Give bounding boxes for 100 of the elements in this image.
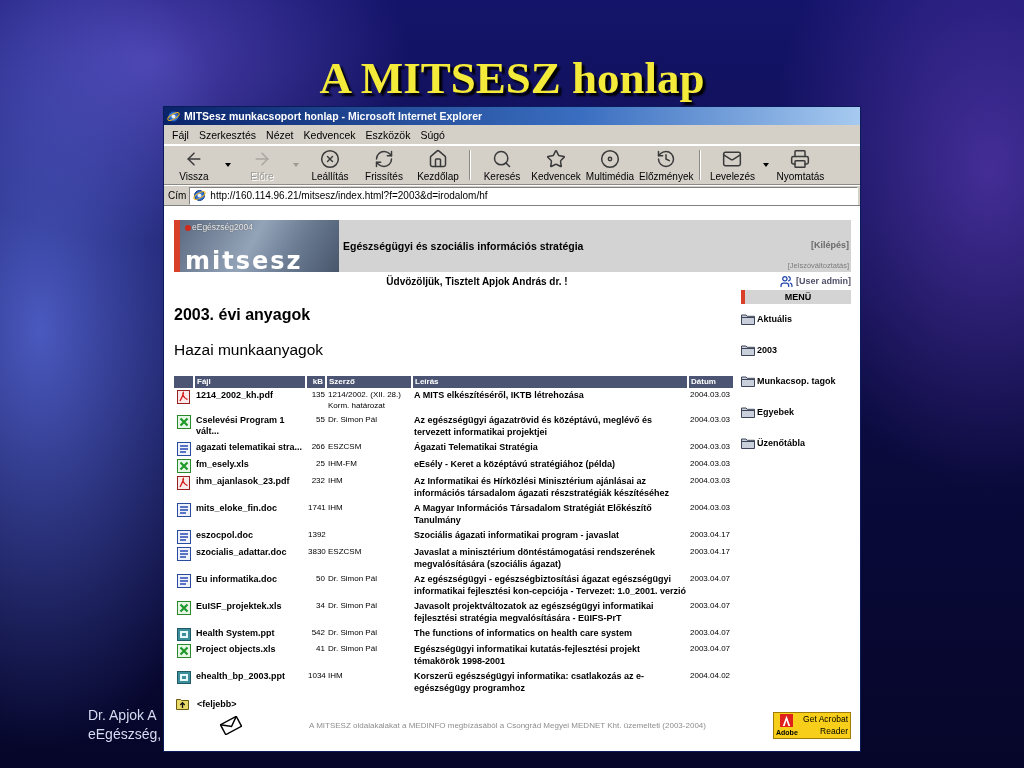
menu-item[interactable]: Szerkesztés <box>193 127 262 142</box>
file-link[interactable]: EuISF_projektek.xls <box>196 601 282 612</box>
logo-icon <box>780 713 794 727</box>
menu-item[interactable]: Fájl <box>167 127 194 142</box>
file-description: Az Informatikai és Hírközlési Minisztérium ajánlásai az információs társadalom ágazati részstratégiák készítéséhez <box>414 476 670 498</box>
column-header: Dátum <box>689 376 733 388</box>
folder-icon <box>741 375 755 387</box>
menu-header: MENÜ <box>741 290 851 304</box>
file-link[interactable]: Project objects.xls <box>196 644 276 655</box>
file-link[interactable]: Health System.ppt <box>196 628 275 639</box>
address-label: Cím <box>168 190 187 201</box>
file-date: 2004.03.03 <box>690 503 731 512</box>
section-heading: 2003. évi anyagok <box>174 306 311 324</box>
toolbar-button[interactable]: Előzmények <box>637 147 696 183</box>
menu-item[interactable]: Eszközök <box>360 127 416 142</box>
file-description: Javasolt projektváltozatok az egészségügyi informatikai fejlesztési stratégia megvalósítására - EüIFS-PrT <box>414 601 654 623</box>
file-link[interactable]: 1214_2002_kh.pdf <box>196 390 274 401</box>
author-name: ESZCSM <box>328 547 362 556</box>
file-size: 135 <box>311 390 325 399</box>
author-name: IHM <box>328 671 343 680</box>
author-name: Dr. Simon Pál <box>328 601 377 610</box>
home-icon <box>428 148 448 169</box>
folder-icon <box>741 313 755 325</box>
spreadsheet-icon <box>177 601 191 615</box>
file-description: A Magyar Információs Társadalom Stratégiát Előkészítő Tanulmány <box>414 503 652 525</box>
nav-link[interactable]: Munkacsop. tagok <box>741 375 836 387</box>
nav-link[interactable]: Üzenőtábla <box>741 437 805 449</box>
file-link[interactable]: agazati telematikai stra... <box>196 442 303 453</box>
column-header: Szerző <box>327 376 411 388</box>
file-date: 2003.04.07 <box>690 574 731 583</box>
toolbar-button[interactable]: Keresés <box>475 147 529 183</box>
slide-footer-text: Dr. Apjok A <box>88 706 157 725</box>
envelope-icon[interactable] <box>220 715 242 735</box>
up-link[interactable]: <feljebb> <box>197 698 237 709</box>
file-date: 2004.03.03 <box>690 459 731 468</box>
file-link[interactable]: eszocpol.doc <box>196 530 253 541</box>
column-header <box>174 376 193 388</box>
toolbar-button[interactable]: Kedvencek <box>529 147 583 183</box>
file-date: 2003.04.07 <box>690 644 731 653</box>
author-name: IHM <box>328 476 343 485</box>
file-size: 1392 <box>308 530 326 539</box>
menu-item[interactable]: Kedvencek <box>298 127 361 142</box>
caret-icon[interactable] <box>225 163 231 167</box>
file-link[interactable]: Cselevési Program 1 vált... <box>196 415 304 436</box>
author-name: IHM <box>328 503 343 512</box>
toolbar-button[interactable]: Leállítás <box>303 147 357 183</box>
user-admin-link[interactable]: [User admin] <box>796 276 851 286</box>
file-date: 2003.04.17 <box>690 530 731 539</box>
file-size: 542 <box>311 628 325 637</box>
users-icon <box>780 274 793 288</box>
toolbar-button[interactable]: Vissza <box>167 147 221 183</box>
toolbar-button[interactable]: Frissítés <box>357 147 411 183</box>
slide-footer-text: eEgészség, <box>88 725 162 744</box>
search-icon <box>492 148 512 169</box>
folder-icon <box>741 406 755 418</box>
browser-logo-icon <box>167 109 180 123</box>
file-size: 25 <box>316 459 325 468</box>
browser-logo-icon <box>193 189 207 202</box>
toolbar-button[interactable]: Multimédia <box>583 147 637 183</box>
folder-up-icon[interactable] <box>176 697 189 710</box>
text-document-icon <box>177 503 191 517</box>
file-link[interactable]: ehealth_bp_2003.ppt <box>196 671 286 682</box>
file-size: 3830 <box>308 547 326 556</box>
welcome-message: Üdvözöljük, Tisztelt Apjok András dr. ! <box>386 275 568 287</box>
menu-item[interactable]: Nézet <box>261 127 299 142</box>
file-link[interactable]: szocialis_adattar.doc <box>196 547 287 558</box>
printer-icon <box>790 148 811 169</box>
file-link[interactable]: ihm_ajanlasok_23.pdf <box>196 476 290 487</box>
toolbar-button[interactable]: Levelezés <box>705 147 760 183</box>
menu-item[interactable]: Súgó <box>415 127 450 142</box>
file-link[interactable]: mits_eloke_fin.doc <box>196 503 278 514</box>
file-description: eEsély - Keret a középtávú stratégiához (példa) <box>414 459 616 469</box>
tagline: eEgészség2004 <box>192 223 253 232</box>
document-icon <box>177 476 190 490</box>
file-size: 50 <box>316 574 325 583</box>
nav-link[interactable]: 2003 <box>741 344 778 356</box>
caret-icon[interactable] <box>763 163 770 167</box>
file-description: Javaslat a minisztérium döntéstámogatási rendszerének megvalósítására (szociális ágazat) <box>414 547 656 569</box>
nav-link[interactable]: Egyebek <box>741 406 795 418</box>
file-date: 2004.04.02 <box>690 671 731 680</box>
column-header: kB <box>307 376 325 388</box>
refresh-icon <box>374 148 394 169</box>
file-size: 232 <box>311 476 325 485</box>
file-date: 2004.03.03 <box>690 442 731 451</box>
nav-link[interactable]: Aktuális <box>741 313 792 325</box>
toolbar-button[interactable]: Nyomtatás <box>773 147 828 183</box>
address-field[interactable]: http://160.114.96.21/mitsesz/index.html?f=2003&d=irodalom/hf <box>189 186 858 205</box>
file-size: 41 <box>316 644 325 653</box>
toolbar-button[interactable]: Kezdőlap <box>411 147 465 183</box>
disc-icon <box>600 148 620 169</box>
file-description: Ágazati Telematikai Stratégia <box>414 442 538 452</box>
text-document-icon <box>177 530 191 544</box>
window-title: MITSesz munkacsoport honlap - Microsoft Internet Explorer <box>184 110 483 122</box>
logout-link[interactable]: [Kilépés] <box>811 240 849 250</box>
spreadsheet-icon <box>177 459 191 473</box>
file-description: Az egészségügyi ágazatrövid és középtávú, meglévő és tervezett informatikai projektjei <box>414 415 653 437</box>
file-link[interactable]: fm_esely.xls <box>196 459 249 470</box>
author-name: Dr. Simon Pál <box>328 628 377 637</box>
file-link[interactable]: Eu informatika.doc <box>196 574 277 585</box>
bullet-icon <box>185 224 191 231</box>
